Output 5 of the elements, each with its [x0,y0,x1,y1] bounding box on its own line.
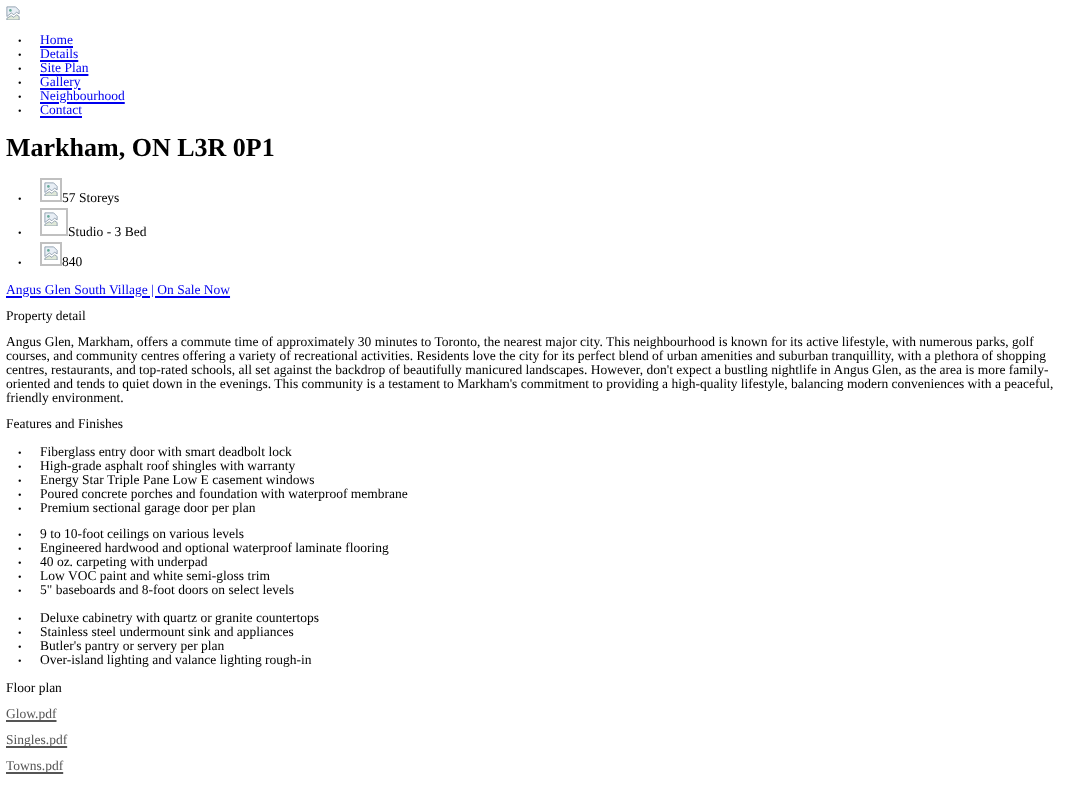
broken-image-icon [44,182,58,197]
broken-image-icon [44,212,58,227]
broken-image-icon [6,6,20,20]
broken-image-icon [44,246,58,261]
page-heading: Markham, ON L3R 0P1 [6,131,277,164]
